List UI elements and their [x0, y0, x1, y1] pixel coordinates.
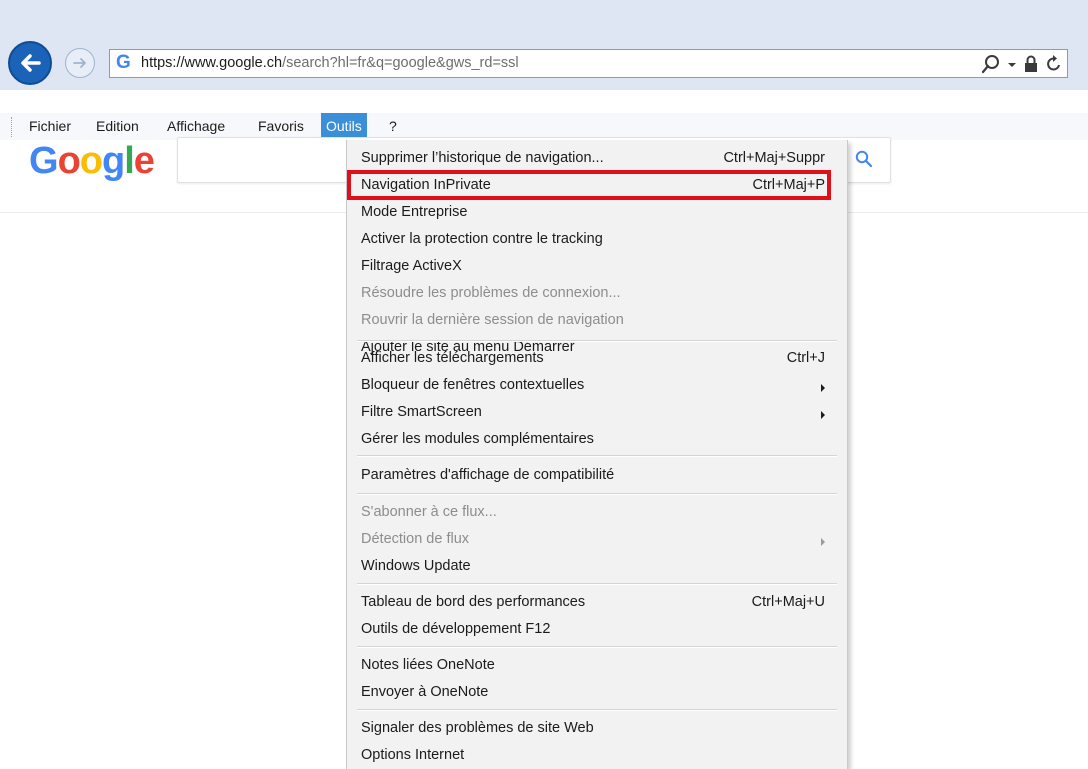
logo-letter: o	[79, 140, 103, 182]
address-bar-icons	[981, 53, 1063, 75]
menu-favoris[interactable]: Favoris	[253, 113, 309, 140]
submenu-arrow-icon	[821, 384, 825, 392]
menu-item-tracking-protection[interactable]: Activer la protection contre le tracking	[359, 226, 837, 253]
menu-item-fix-connection: Résoudre les problèmes de connexion...	[359, 280, 837, 307]
menu-item-label: Options Internet	[361, 747, 465, 763]
menu-edition[interactable]: Edition	[91, 113, 144, 140]
menu-item-shortcut: Ctrl+J	[786, 350, 825, 366]
menu-item-smartscreen[interactable]: Filtre SmartScreen	[359, 399, 837, 426]
menu-item-label: Gérer les modules complémentaires	[361, 431, 594, 447]
url-host: https://www.google.ch	[141, 55, 283, 71]
menu-help[interactable]: ?	[384, 113, 402, 140]
forward-button[interactable]	[65, 48, 95, 78]
logo-letter: e	[133, 140, 155, 182]
menu-item-popup-blocker[interactable]: Bloqueur de fenêtres contextuelles	[359, 372, 837, 399]
browser-toolbar: G https://www.google.ch/search?hl=fr&q=g…	[0, 0, 1088, 90]
logo-letter: l	[124, 140, 135, 182]
menu-separator	[357, 646, 837, 648]
menu-item-label: Détection de flux	[361, 531, 470, 547]
menu-separator	[357, 583, 837, 585]
menu-item-label: Bloqueur de fenêtres contextuelles	[361, 377, 585, 393]
menu-item-send-to-onenote[interactable]: Envoyer à OneNote	[359, 679, 837, 706]
menu-item-manage-addons[interactable]: Gérer les modules complémentaires	[359, 426, 837, 453]
back-arrow-icon	[21, 54, 41, 72]
menu-item-enterprise-mode[interactable]: Mode Entreprise	[359, 199, 837, 226]
tools-menu: Supprimer l’historique de navigation... …	[346, 140, 848, 769]
menu-item-label: Signaler des problèmes de site Web	[361, 720, 594, 736]
menu-item-shortcut: Ctrl+Maj+U	[751, 594, 825, 610]
menu-item-feed-discovery: Détection de flux	[359, 526, 837, 553]
logo-letter: o	[57, 140, 81, 182]
address-bar[interactable]: G https://www.google.ch/search?hl=fr&q=g…	[109, 49, 1068, 78]
menu-item-performance-dashboard[interactable]: Tableau de bord des performances Ctrl+Ma…	[359, 589, 837, 616]
search-icon[interactable]	[981, 54, 1001, 74]
search-button[interactable]	[855, 150, 873, 172]
menu-item-windows-update[interactable]: Windows Update	[359, 553, 837, 580]
menu-item-label: S'abonner à ce flux...	[361, 504, 497, 520]
menu-item-label: Notes liées OneNote	[361, 657, 495, 673]
menu-item-label: Résoudre les problèmes de connexion...	[361, 285, 621, 301]
back-button[interactable]	[8, 41, 52, 85]
menu-item-label: Filtrage ActiveX	[361, 258, 462, 274]
menu-item-label: Supprimer l’historique de navigation...	[361, 150, 604, 166]
menu-item-f12-tools[interactable]: Outils de développement F12	[359, 616, 837, 643]
google-favicon-icon: G	[116, 52, 131, 73]
menu-item-label: Activer la protection contre le tracking	[361, 231, 603, 247]
menu-item-label: Mode Entreprise	[361, 204, 468, 220]
logo-letter: G	[29, 140, 59, 182]
dropdown-arrow-icon[interactable]	[1007, 54, 1017, 74]
menu-item-label: Rouvrir la dernière session de navigatio…	[361, 312, 624, 328]
menu-outils[interactable]: Outils	[321, 113, 367, 140]
menu-item-activex-filtering[interactable]: Filtrage ActiveX	[359, 253, 837, 280]
menu-item-downloads[interactable]: Afficher les téléchargements Ctrl+J	[359, 345, 837, 372]
menu-item-report-site-problems[interactable]: Signaler des problèmes de site Web	[359, 715, 837, 742]
submenu-arrow-icon	[821, 411, 825, 419]
menu-item-subscribe-feed: S'abonner à ce flux...	[359, 499, 837, 526]
url-text[interactable]: https://www.google.ch/search?hl=fr&q=goo…	[141, 55, 519, 71]
logo-letter: g	[102, 140, 125, 182]
menu-fichier[interactable]: Fichier	[24, 113, 76, 140]
google-logo[interactable]: Google	[29, 140, 155, 182]
menu-item-label: Tableau de bord des performances	[361, 594, 586, 610]
menu-item-label: Windows Update	[361, 558, 471, 574]
menu-item-label: Afficher les téléchargements	[361, 350, 544, 366]
menu-item-shortcut: Ctrl+Maj+Suppr	[723, 150, 825, 166]
submenu-arrow-icon	[821, 538, 825, 546]
url-path: /search?hl=fr&q=google&gws_rd=ssl	[282, 55, 519, 71]
menu-item-reopen-session: Rouvrir la dernière session de navigatio…	[359, 307, 837, 334]
menu-separator	[357, 340, 837, 342]
menu-separator	[357, 455, 837, 457]
menu-affichage[interactable]: Affichage	[162, 113, 230, 140]
menu-item-label: Paramètres d'affichage de compatibilité	[361, 467, 615, 483]
menu-item-delete-history[interactable]: Supprimer l’historique de navigation... …	[359, 145, 837, 172]
menu-item-internet-options[interactable]: Options Internet	[359, 742, 837, 769]
menu-item-onenote-linked[interactable]: Notes liées OneNote	[359, 652, 837, 679]
menu-item-label: Filtre SmartScreen	[361, 404, 482, 420]
menu-item-compat-view[interactable]: Paramètres d'affichage de compatibilité	[359, 462, 837, 489]
refresh-icon[interactable]	[1045, 54, 1063, 74]
forward-arrow-icon	[73, 58, 86, 68]
menu-separator	[357, 493, 837, 495]
menu-separator	[357, 709, 837, 711]
highlight-box	[347, 170, 831, 200]
search-icon	[855, 150, 873, 168]
menu-item-label: Outils de développement F12	[361, 621, 551, 637]
menu-item-label: Envoyer à OneNote	[361, 684, 489, 700]
lock-icon[interactable]	[1023, 54, 1039, 74]
menu-bar-grip	[11, 117, 14, 137]
